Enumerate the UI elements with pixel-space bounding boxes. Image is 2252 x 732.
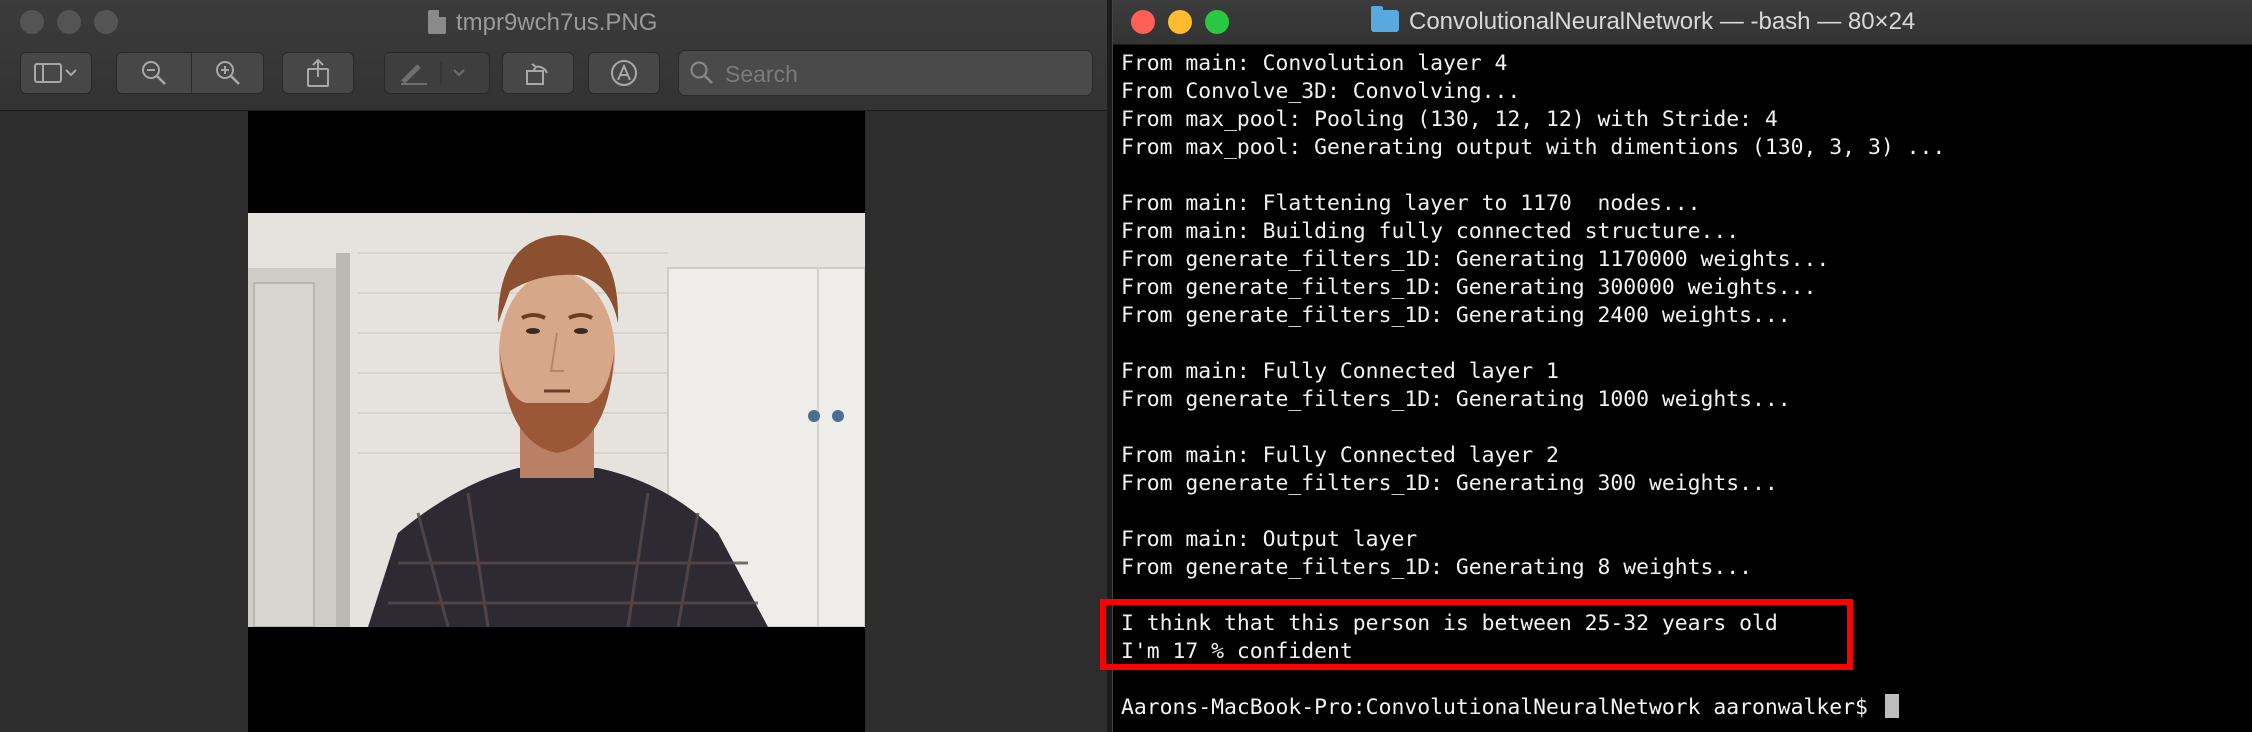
zoom-out-button[interactable] — [117, 53, 191, 93]
sidebar-toggle-button[interactable] — [20, 52, 92, 94]
terminal-prompt-line: Aarons-MacBook-Pro:ConvolutionalNeuralNe… — [1121, 694, 2246, 722]
text-cursor — [1884, 694, 1899, 718]
close-button[interactable] — [20, 10, 44, 34]
terminal-line: From max_pool: Generating output with di… — [1121, 135, 1946, 160]
terminal-line: From main: Building fully connected stru… — [1121, 219, 1740, 244]
zoom-in-button[interactable] — [191, 53, 265, 93]
zoom-out-icon — [142, 61, 166, 85]
person-photo-image — [248, 213, 865, 627]
photo-viewer — [248, 111, 865, 732]
preview-title-text: tmpr9wch7us.PNG — [456, 9, 658, 36]
terminal-titlebar: ConvolutionalNeuralNetwork — -bash — 80×… — [1113, 0, 2252, 45]
terminal-window: ConvolutionalNeuralNetwork — -bash — 80×… — [1112, 0, 2252, 732]
preview-title: tmpr9wch7us.PNG — [428, 6, 657, 40]
share-icon — [307, 58, 329, 87]
terminal-line: From main: Flattening layer to 1170 node… — [1121, 191, 1701, 216]
terminal-line: From main: Convolution layer 4 — [1121, 51, 1508, 76]
minimize-button[interactable] — [57, 10, 81, 34]
close-button[interactable] — [1131, 10, 1155, 34]
search-input[interactable] — [723, 57, 1087, 91]
terminal-line: From Convolve_3D: Convolving... — [1121, 79, 1521, 104]
rotate-button[interactable] — [502, 52, 574, 94]
terminal-line: From main: Fully Connected layer 2 — [1121, 443, 1559, 468]
terminal-line: From generate_filters_1D: Generating 8 w… — [1121, 555, 1753, 580]
terminal-line: From generate_filters_1D: Generating 300… — [1121, 471, 1778, 496]
terminal-line: I think that this person is between 25-3… — [1121, 611, 1778, 636]
terminal-line: From generate_filters_1D: Generating 117… — [1121, 247, 1830, 272]
zoom-button[interactable] — [94, 10, 118, 34]
zoom-in-icon — [216, 61, 240, 85]
preview-window: tmpr9wch7us.PNG — [0, 0, 1107, 732]
markup-pen-icon — [401, 62, 465, 85]
terminal-line: I'm 17 % confident — [1121, 639, 1353, 664]
terminal-output[interactable]: From main: Convolution layer 4 From Convo… — [1121, 50, 2246, 730]
terminal-line: From max_pool: Pooling (130, 12, 12) wit… — [1121, 107, 1778, 132]
document-icon — [428, 10, 446, 34]
terminal-line: From generate_filters_1D: Generating 240… — [1121, 303, 1791, 328]
terminal-line: From main: Fully Connected layer 1 — [1121, 359, 1559, 384]
folder-icon — [1371, 6, 1399, 32]
markup-button[interactable] — [384, 52, 490, 94]
minimize-button[interactable] — [1168, 10, 1192, 34]
terminal-line: From generate_filters_1D: Generating 100… — [1121, 387, 1791, 412]
zoom-controls — [116, 52, 264, 94]
search-icon — [690, 61, 713, 84]
shell-prompt: Aarons-MacBook-Pro:ConvolutionalNeuralNe… — [1121, 695, 1881, 720]
terminal-title-text: ConvolutionalNeuralNetwork — -bash — 80×… — [1409, 8, 1916, 35]
portrait-photo — [248, 213, 865, 627]
zoom-button[interactable] — [1205, 10, 1229, 34]
annotate-icon — [611, 60, 637, 86]
terminal-title: ConvolutionalNeuralNetwork — -bash — 80×… — [1371, 5, 1915, 39]
terminal-line: From main: Output layer — [1121, 527, 1418, 552]
sidebar-icon — [34, 63, 77, 83]
terminal-line: From generate_filters_1D: Generating 300… — [1121, 275, 1817, 300]
share-button[interactable] — [282, 52, 354, 94]
search-field[interactable] — [678, 50, 1093, 96]
rotate-icon — [526, 63, 548, 85]
preview-canvas — [0, 111, 1107, 732]
annotate-button[interactable] — [588, 52, 660, 94]
preview-titlebar: tmpr9wch7us.PNG — [0, 0, 1107, 111]
